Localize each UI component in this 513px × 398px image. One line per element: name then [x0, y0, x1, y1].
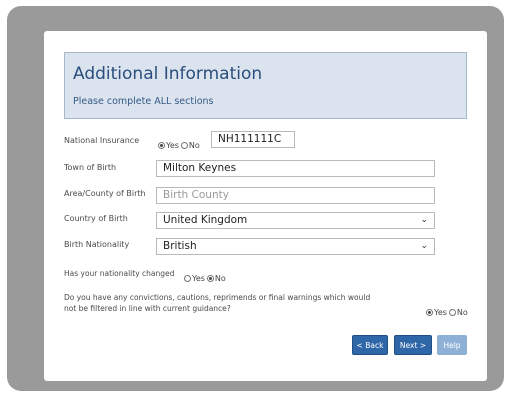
- convictions-question-line2: not be filtered in line with current gui…: [64, 304, 231, 313]
- area-county-of-birth-input[interactable]: Birth County: [156, 187, 435, 204]
- town-of-birth-input[interactable]: Milton Keynes: [156, 160, 435, 177]
- national-insurance-input[interactable]: NH111111C: [211, 131, 295, 148]
- convictions-no-label: No: [456, 308, 468, 317]
- section-header: Additional Information Please complete A…: [64, 52, 467, 119]
- next-button[interactable]: Next >: [394, 335, 432, 355]
- national-insurance-no-label: No: [188, 141, 200, 150]
- convictions-no-radio[interactable]: [448, 309, 456, 316]
- section-instructions: Please complete ALL sections: [73, 96, 214, 107]
- country-of-birth-label: Country of Birth: [64, 214, 128, 223]
- nationality-changed-yes-radio[interactable]: [184, 275, 191, 282]
- convictions-yes-radio[interactable]: [426, 309, 433, 316]
- country-of-birth-select[interactable]: United Kingdom ⌄: [156, 212, 435, 229]
- nationality-changed-label: Has your nationality changed: [64, 269, 175, 278]
- national-insurance-radio-group: Yes No: [158, 135, 202, 154]
- national-insurance-yes-label: Yes: [166, 141, 179, 150]
- national-insurance-label: National Insurance: [64, 136, 140, 145]
- convictions-radio-group: Yes No: [426, 302, 470, 321]
- country-of-birth-value: United Kingdom: [163, 214, 248, 226]
- town-of-birth-label: Town of Birth: [64, 163, 117, 172]
- convictions-yes-label: Yes: [434, 308, 447, 317]
- national-insurance-no-radio[interactable]: [180, 142, 188, 149]
- page-title: Additional Information: [73, 64, 263, 84]
- chevron-down-icon: ⌄: [420, 215, 428, 225]
- help-button[interactable]: Help: [437, 335, 467, 355]
- nationality-changed-no-radio[interactable]: [206, 275, 214, 282]
- birth-nationality-label: Birth Nationality: [64, 240, 130, 249]
- outer-frame: Additional Information Please complete A…: [7, 6, 504, 391]
- convictions-question: Do you have any convictions, cautions, r…: [64, 292, 394, 314]
- chevron-down-icon: ⌄: [420, 241, 428, 251]
- birth-nationality-value: British: [163, 240, 197, 252]
- convictions-question-line1: Do you have any convictions, cautions, r…: [64, 293, 371, 302]
- national-insurance-yes-radio[interactable]: [158, 142, 165, 149]
- additional-information-form: Additional Information Please complete A…: [44, 31, 487, 381]
- back-button[interactable]: < Back: [352, 335, 388, 355]
- birth-nationality-select[interactable]: British ⌄: [156, 238, 435, 255]
- nationality-changed-no-label: No: [214, 274, 226, 283]
- nationality-changed-yes-label: Yes: [192, 274, 205, 283]
- area-county-of-birth-label: Area/County of Birth: [64, 189, 146, 198]
- nationality-changed-radio-group: Yes No: [184, 268, 228, 287]
